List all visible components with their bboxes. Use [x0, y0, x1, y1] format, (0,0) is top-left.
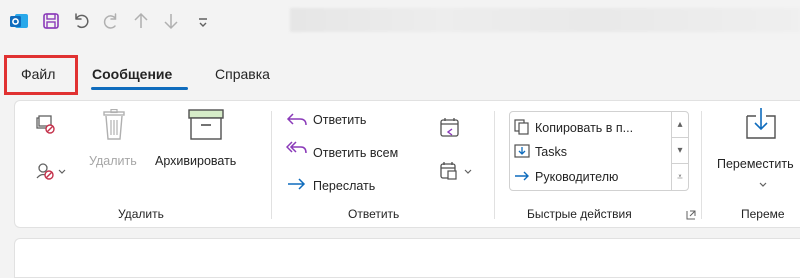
copy-folder-icon [514, 118, 530, 138]
reply-button[interactable]: Ответить [313, 113, 366, 127]
more-respond-icon[interactable] [439, 161, 475, 183]
ignore-icon[interactable] [35, 115, 57, 135]
customize-qat-icon[interactable] [192, 10, 214, 32]
quick-step-label: Копировать в п... [535, 121, 634, 135]
down-arrow-icon[interactable] [160, 10, 182, 32]
delete-group-label: Удалить [118, 207, 164, 221]
group-divider [494, 111, 495, 219]
tab-file[interactable]: Файл [21, 66, 55, 82]
tasks-icon [514, 143, 530, 162]
archive-button[interactable]: Архивировать [155, 154, 236, 168]
group-divider [271, 111, 272, 219]
reply-all-icon [286, 139, 308, 157]
reply-all-button[interactable]: Ответить всем [313, 146, 398, 160]
move-button[interactable]: Переместить [717, 157, 794, 171]
clean-up-icon[interactable] [35, 161, 67, 181]
delete-button[interactable]: Удалить [89, 154, 137, 168]
undo-icon[interactable] [70, 10, 92, 32]
gallery-scroll-up-icon[interactable]: ▴ [671, 112, 688, 138]
group-divider [701, 111, 702, 219]
quick-step-label: Tasks [535, 145, 567, 159]
reply-icon [286, 111, 308, 129]
message-pane [14, 238, 800, 278]
save-icon[interactable] [40, 10, 62, 32]
gallery-scroll-down-icon[interactable]: ▾ [671, 138, 688, 164]
move-icon[interactable] [744, 107, 778, 141]
up-arrow-icon[interactable] [130, 10, 152, 32]
quick-steps-gallery: Копировать в п... Tasks Руководителю ▴ ▾… [509, 111, 689, 191]
delete-icon[interactable] [101, 109, 127, 141]
quick-step-item[interactable]: Tasks [514, 140, 567, 164]
redo-icon[interactable] [100, 10, 122, 32]
title-bar [0, 0, 800, 44]
respond-group-label: Ответить [348, 207, 400, 221]
quick-steps-group-label: Быстрые действия [527, 207, 632, 221]
outlook-icon [8, 10, 30, 32]
quick-step-item[interactable]: Копировать в п... [514, 116, 633, 140]
ribbon: Удалить Архивировать Удалить Ответить От… [14, 100, 800, 228]
gallery-expand-icon[interactable]: ⩡ [671, 164, 688, 190]
move-group-label: Переме [741, 207, 785, 221]
tab-message[interactable]: Сообщение [92, 66, 172, 82]
forward-icon [286, 176, 308, 192]
active-tab-indicator [91, 87, 188, 90]
forward-button[interactable]: Переслать [313, 179, 375, 193]
meeting-reply-icon[interactable] [439, 117, 461, 139]
chevron-down-icon[interactable] [759, 182, 767, 188]
quick-step-item[interactable]: Руководителю [514, 165, 618, 189]
quick-step-label: Руководителю [535, 170, 619, 184]
dialog-launcher-icon[interactable] [686, 210, 696, 220]
archive-icon[interactable] [188, 109, 224, 141]
tab-help[interactable]: Справка [215, 66, 270, 82]
blurred-search-bar [290, 8, 800, 32]
forward-to-manager-icon [514, 168, 530, 187]
